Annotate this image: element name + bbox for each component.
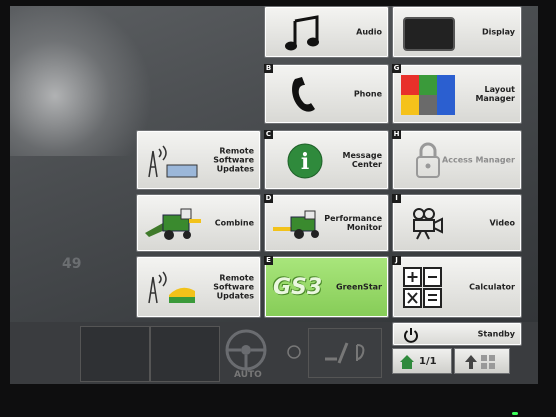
tile-combine-label: Combine — [214, 218, 254, 228]
display-monitor-icon — [403, 17, 455, 51]
shortcut-slot-1[interactable] — [80, 326, 150, 382]
power-icon — [404, 328, 418, 343]
tile-calculator-label: Calculator — [469, 282, 515, 292]
tile-letter-b: B — [264, 64, 273, 73]
section-control-button[interactable] — [308, 328, 382, 378]
tile-phone-label: Phone — [353, 89, 382, 99]
power-led — [512, 412, 518, 415]
tile-letter-c: C — [264, 130, 273, 139]
tile-greenstar[interactable]: E GS3 GreenStar — [264, 256, 389, 318]
auto-label: AUTO — [234, 370, 262, 380]
tile-audio[interactable]: Audio — [264, 6, 389, 58]
tile-remote-software-updates-2-label: Remote Software Updates — [213, 273, 254, 301]
svg-text:i: i — [301, 149, 309, 175]
tile-message-center[interactable]: C i Message Center — [264, 130, 389, 190]
antenna-radio-icon — [148, 145, 198, 178]
tile-letter-j: J — [392, 256, 401, 265]
tile-standby-label: Standby — [477, 329, 515, 339]
combine-harvester-icon — [145, 208, 201, 240]
tile-remote-software-updates-2[interactable]: Remote Software Updates — [136, 256, 261, 318]
tile-calculator[interactable]: J Calculator — [392, 256, 522, 318]
tile-letter-e: E — [264, 256, 273, 265]
tile-performance-monitor[interactable]: D Performance Monitor — [264, 194, 389, 252]
tile-video[interactable]: I Video — [392, 194, 522, 252]
home-icon — [400, 355, 414, 369]
tile-layout-manager-label: Layout Manager — [475, 85, 515, 103]
tile-greenstar-label: GreenStar — [336, 282, 382, 292]
tile-message-center-label: Message Center — [342, 151, 382, 169]
tile-display[interactable]: Display — [392, 6, 522, 58]
background-number: 49 — [62, 256, 82, 272]
display-screen: 49 Audio Display B Phone G Layout Manage… — [10, 6, 538, 384]
info-circle-icon: i — [287, 143, 323, 179]
tile-access-manager-label: Access Manager — [442, 155, 515, 165]
tile-video-label: Video — [489, 218, 515, 228]
up-arrow-grid-icon — [465, 355, 495, 369]
shortcut-slot-2[interactable] — [150, 326, 220, 382]
tile-combine[interactable]: Combine — [136, 194, 261, 252]
remote-updates-icon — [148, 271, 195, 304]
section-control-icon — [325, 342, 365, 364]
tile-access-manager[interactable]: H Access Manager — [392, 130, 522, 190]
tile-display-label: Display — [482, 27, 515, 37]
tile-remote-software-updates-1-label: Remote Software Updates — [213, 146, 254, 174]
tile-phone[interactable]: B Phone — [264, 64, 389, 124]
page-indicator: 1/1 — [419, 356, 437, 367]
gs3-badge-icon: GS3 — [273, 275, 323, 300]
tile-letter-h: H — [392, 130, 401, 139]
padlock-icon — [416, 142, 440, 178]
tile-letter-g: G — [392, 64, 401, 73]
phone-handset-icon — [292, 77, 315, 112]
calculator-icon — [403, 267, 442, 308]
page-up-button[interactable] — [454, 348, 510, 374]
harvester-monitor-icon — [273, 210, 319, 239]
tile-performance-monitor-label: Performance Monitor — [324, 214, 382, 232]
tile-remote-software-updates-1[interactable]: Remote Software Updates — [136, 130, 261, 190]
status-circle-icon — [287, 345, 301, 359]
steering-wheel-icon[interactable] — [224, 328, 268, 372]
tile-letter-i: I — [392, 194, 401, 203]
home-page-button[interactable]: 1/1 — [392, 348, 452, 374]
tile-audio-label: Audio — [356, 27, 382, 37]
tile-letter-d: D — [264, 194, 273, 203]
music-note-icon — [285, 15, 319, 51]
tile-standby[interactable]: Standby — [392, 322, 522, 346]
layout-grid-icon — [401, 75, 455, 115]
video-camera-icon — [413, 208, 443, 240]
tile-layout-manager[interactable]: G Layout Manager — [392, 64, 522, 124]
